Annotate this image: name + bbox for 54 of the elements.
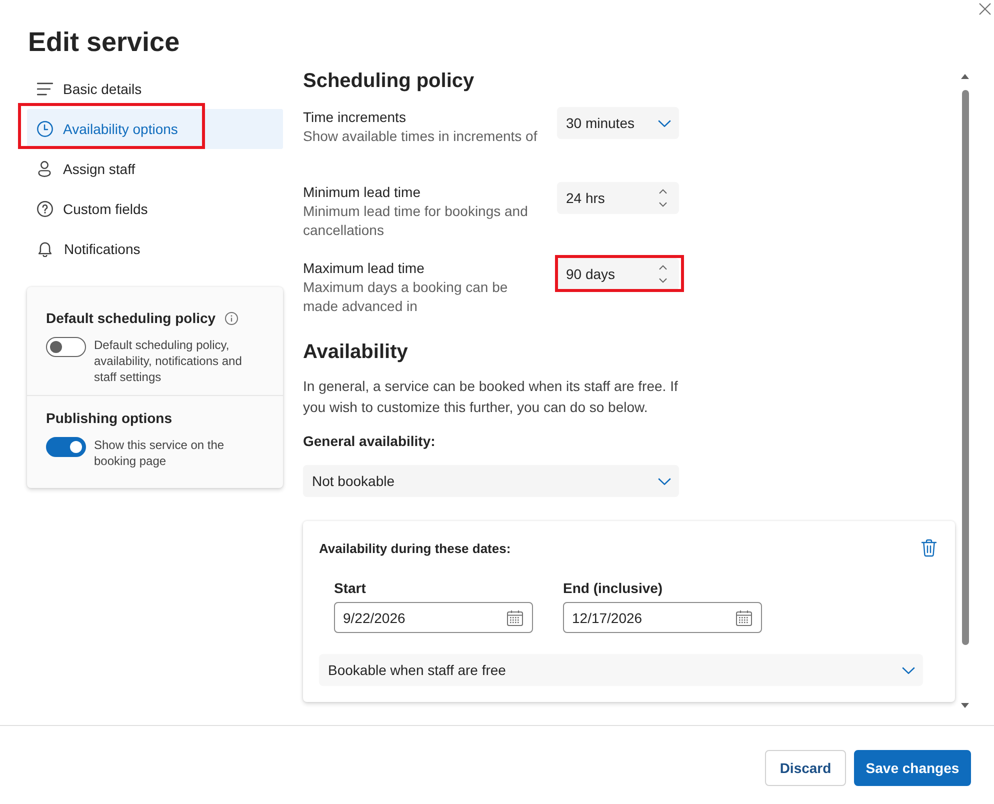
chevron-down-icon[interactable] [659, 278, 667, 283]
scrollbar-thumb[interactable] [962, 90, 968, 645]
nav-item[interactable]: Availability options [27, 109, 283, 149]
nav-item[interactable]: Basic details [27, 69, 283, 109]
field-label: Maximum lead time [303, 259, 426, 278]
trash-icon[interactable] [921, 539, 937, 557]
date-field[interactable]: 12/17/2026 [563, 602, 762, 633]
list-icon [37, 82, 53, 96]
clock-icon [37, 121, 53, 137]
field-label: Start [334, 579, 367, 598]
card-title: Availability during these dates: [319, 540, 511, 556]
dropdown-field[interactable]: Bookable when staff are free [319, 654, 923, 686]
info-icon[interactable] [224, 312, 238, 324]
field-label: Time increments [303, 108, 407, 127]
field-label: General availability: [303, 432, 436, 451]
nav-item[interactable]: Assign staff [27, 149, 283, 189]
chevron-down-icon [658, 120, 671, 126]
field-label: Minimum lead time [303, 183, 422, 202]
toggle-description: Show this service on the booking page [94, 437, 226, 469]
chevron-up-icon[interactable] [659, 265, 667, 270]
toggle-switch[interactable] [46, 437, 86, 457]
toggle-description: Default scheduling policy, availability, notifications and staff settings [94, 337, 243, 385]
section-heading: Availability [303, 340, 409, 364]
toggle-switch[interactable] [46, 337, 86, 357]
chevron-down-icon [902, 666, 915, 674]
nav-item[interactable]: Custom fields [27, 189, 283, 229]
chevron-up-icon[interactable] [659, 189, 667, 194]
chevron-down-icon [658, 478, 671, 484]
field-description: Maximum days a booking can be made advanced in [303, 278, 509, 316]
section-title: Publishing options [46, 410, 172, 426]
date-field[interactable]: 9/22/2026 [334, 602, 533, 633]
close-icon[interactable] [979, 3, 991, 15]
field-description: Minimum lead time for bookings and cancellations [303, 202, 529, 240]
field-label: End (inclusive) [563, 579, 664, 598]
dialog-title: Edit service [28, 26, 181, 59]
field-description: Show available times in increments of [303, 127, 538, 146]
save-button[interactable]: Save changes [854, 750, 971, 786]
chevron-down-icon[interactable] [659, 202, 667, 207]
nav-item[interactable]: Notifications [27, 229, 283, 269]
calendar-icon[interactable] [736, 610, 752, 626]
spin-field[interactable]: 90 days [557, 258, 679, 290]
person-icon [38, 161, 51, 177]
dropdown-field[interactable]: 30 minutes [557, 107, 679, 139]
scroll-up-arrow-icon[interactable] [961, 74, 969, 79]
bell-icon [38, 241, 52, 257]
section-heading: Scheduling policy [303, 69, 476, 93]
calendar-icon[interactable] [507, 610, 523, 626]
discard-button[interactable]: Discard [765, 750, 846, 786]
scroll-down-arrow-icon[interactable] [961, 703, 969, 708]
question-icon [37, 201, 53, 217]
dropdown-field[interactable]: Not bookable [303, 465, 679, 497]
spin-field[interactable]: 24 hrs [557, 182, 679, 214]
intro-text: In general, a service can be booked when its staff are free. If you wish to customize this further, you can do so below. [303, 377, 679, 417]
section-title: Default scheduling policy [46, 310, 216, 326]
